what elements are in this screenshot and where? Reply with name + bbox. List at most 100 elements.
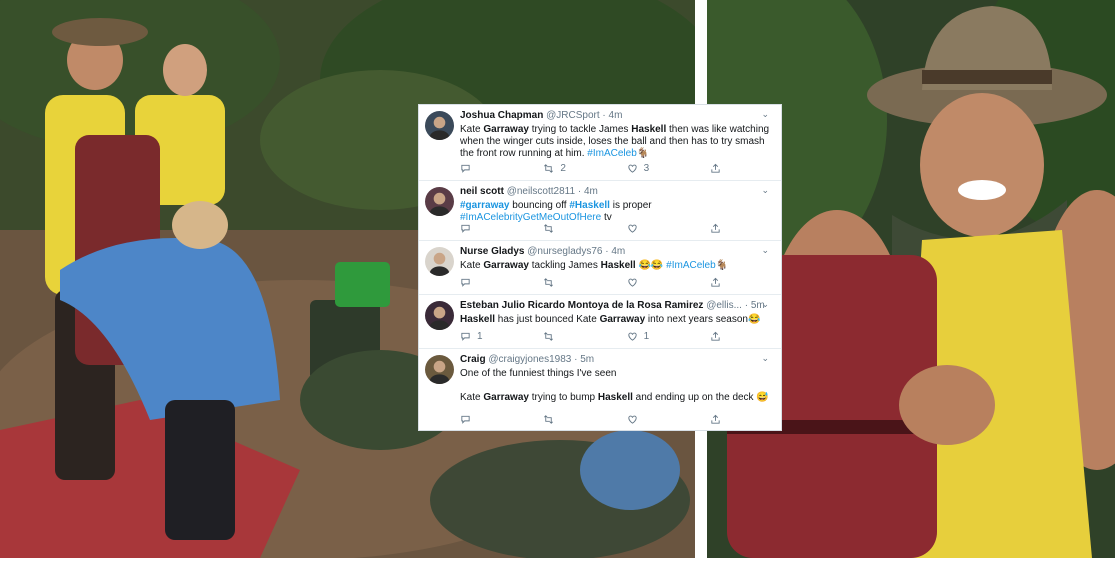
retweet-button[interactable] xyxy=(543,223,626,234)
like-count: 3 xyxy=(643,162,650,174)
tweet-text: Kate Garraway tackling James Haskell 😂😂 … xyxy=(460,260,771,272)
tweet-text: #garraway bouncing off #Haskell is prope… xyxy=(460,200,771,224)
tweet-text-segment: tackling James xyxy=(528,260,601,271)
tweet-author-name[interactable]: Nurse Gladys xyxy=(460,246,524,257)
share-button[interactable] xyxy=(710,277,721,288)
tweet[interactable]: Nurse Gladys @nursegladys76 · 4m ⌄ Kate Ga… xyxy=(419,241,781,295)
retweet-icon xyxy=(543,414,554,425)
reply-button[interactable] xyxy=(460,163,543,174)
retweet-button[interactable] xyxy=(543,414,626,425)
tweet-separator: · xyxy=(602,110,606,121)
tweet-text-segment: trying to bump xyxy=(528,392,598,403)
tweet-author-handle[interactable]: @ellis... xyxy=(706,300,742,311)
tweet-timestamp[interactable]: 4m xyxy=(611,246,625,257)
chevron-down-icon[interactable]: ⌄ xyxy=(761,109,769,120)
avatar[interactable] xyxy=(425,247,454,276)
tweet-header: neil scott @neilscott2811 · 4m xyxy=(460,186,771,198)
retweet-icon xyxy=(543,163,554,174)
bottom-strip xyxy=(0,558,1115,571)
tweet-timestamp[interactable]: 5m xyxy=(580,354,594,365)
share-button[interactable] xyxy=(710,331,721,342)
chevron-down-icon[interactable]: ⌄ xyxy=(761,185,769,196)
avatar[interactable] xyxy=(425,111,454,140)
paragraph-break xyxy=(460,380,771,392)
tweet-author-name[interactable]: neil scott xyxy=(460,186,504,197)
tweet-author-name[interactable]: Esteban Julio Ricardo Montoya de la Rosa… xyxy=(460,300,703,311)
reply-button[interactable]: 1 xyxy=(460,331,543,342)
tweet-actions xyxy=(460,222,721,234)
retweet-button[interactable] xyxy=(543,331,626,342)
highlighted-keyword: Garraway xyxy=(483,260,529,271)
retweet-button[interactable]: 2 xyxy=(543,163,626,174)
tweet-author-handle[interactable]: @craigyjones1983 xyxy=(488,354,571,365)
tweet-actions: 11 xyxy=(460,330,721,342)
tweet[interactable]: neil scott @neilscott2811 · 4m ⌄ #garraway… xyxy=(419,181,781,241)
share-icon xyxy=(710,223,721,234)
avatar[interactable] xyxy=(425,301,454,330)
retweet-button[interactable] xyxy=(543,277,626,288)
like-button[interactable] xyxy=(627,277,710,288)
tweet-separator: · xyxy=(744,300,749,311)
reply-button[interactable] xyxy=(460,414,543,425)
retweet-icon xyxy=(543,331,554,342)
tweet-author-handle[interactable]: @JRCSport xyxy=(546,110,600,121)
tweet-timestamp[interactable]: 4m xyxy=(609,110,623,121)
chevron-down-icon[interactable]: ⌄ xyxy=(761,299,769,310)
tweet-text-segment: 😂😂 xyxy=(635,260,667,271)
retweet-count: 2 xyxy=(560,162,566,174)
share-button[interactable] xyxy=(710,163,721,174)
avatar[interactable] xyxy=(425,355,454,384)
tweet-header: Nurse Gladys @nursegladys76 · 4m xyxy=(460,246,771,258)
chevron-down-icon[interactable]: ⌄ xyxy=(761,245,769,256)
tweet-text: One of the funniest things I've seen Kate… xyxy=(460,368,771,404)
tweet-paragraph: One of the funniest things I've seen xyxy=(460,368,771,380)
tweet-author-name[interactable]: Joshua Chapman xyxy=(460,110,543,121)
like-button[interactable]: 3 xyxy=(627,163,710,174)
tweet-text-segment: 🐐 xyxy=(715,260,729,271)
tweet-text-segment: Kate xyxy=(460,124,484,135)
reply-button[interactable] xyxy=(460,277,543,288)
tweet-paragraph: Kate Garraway tackling James Haskell 😂😂 … xyxy=(460,260,771,272)
hashtag-link[interactable]: #ImACeleb xyxy=(666,260,715,271)
reply-icon xyxy=(460,331,471,342)
like-button[interactable]: 1 xyxy=(627,331,710,342)
reply-icon xyxy=(460,277,471,288)
tweet-text-segment: and ending up on the deck 😅 xyxy=(632,392,769,403)
tweet-header: Craig @craigyjones1983 · 5m xyxy=(460,354,771,366)
hashtag-link[interactable]: #Haskell xyxy=(569,200,610,211)
like-button[interactable] xyxy=(627,223,710,234)
tweet-author-name[interactable]: Craig xyxy=(460,354,486,365)
tweet[interactable]: Esteban Julio Ricardo Montoya de la Rosa… xyxy=(419,295,781,349)
reply-icon xyxy=(460,223,471,234)
highlighted-keyword: Garraway xyxy=(483,124,529,135)
share-button[interactable] xyxy=(710,414,721,425)
like-button[interactable] xyxy=(627,414,710,425)
tweet-text-segment: One of the funniest things I've seen xyxy=(460,368,617,379)
tweet-timestamp[interactable]: 4m xyxy=(584,186,598,197)
like-icon xyxy=(627,414,638,425)
highlighted-keyword: Haskell xyxy=(631,124,667,135)
retweet-icon xyxy=(543,223,554,234)
reply-button[interactable] xyxy=(460,223,543,234)
tweet-text-segment: into next years season😂 xyxy=(645,314,761,325)
share-icon xyxy=(710,277,721,288)
like-icon xyxy=(627,223,638,234)
tweet-author-handle[interactable]: @neilscott2811 xyxy=(507,186,575,197)
hashtag-link[interactable]: #garraway xyxy=(460,200,509,211)
tweet-author-handle[interactable]: @nursegladys76 xyxy=(527,246,602,257)
tweet-text-segment: Kate xyxy=(460,260,484,271)
tweet-separator: · xyxy=(574,354,578,365)
reply-count: 1 xyxy=(477,330,483,342)
like-icon xyxy=(627,331,638,342)
tweet[interactable]: Craig @craigyjones1983 · 5m ⌄ One of the f… xyxy=(419,349,781,431)
share-icon xyxy=(710,331,721,342)
chevron-down-icon[interactable]: ⌄ xyxy=(761,353,769,364)
tweet[interactable]: Joshua Chapman @JRCSport · 4m ⌄ Kate Garra… xyxy=(419,105,781,181)
hashtag-link[interactable]: #ImACeleb xyxy=(587,148,636,159)
tweet-text: Haskell has just bounced Kate Garraway i… xyxy=(460,314,771,326)
avatar[interactable] xyxy=(425,187,454,216)
tweet-paragraph: Haskell has just bounced Kate Garraway i… xyxy=(460,314,771,326)
like-icon xyxy=(627,163,638,174)
tweet-feed-card: Joshua Chapman @JRCSport · 4m ⌄ Kate Garra… xyxy=(418,104,782,431)
share-button[interactable] xyxy=(710,223,721,234)
